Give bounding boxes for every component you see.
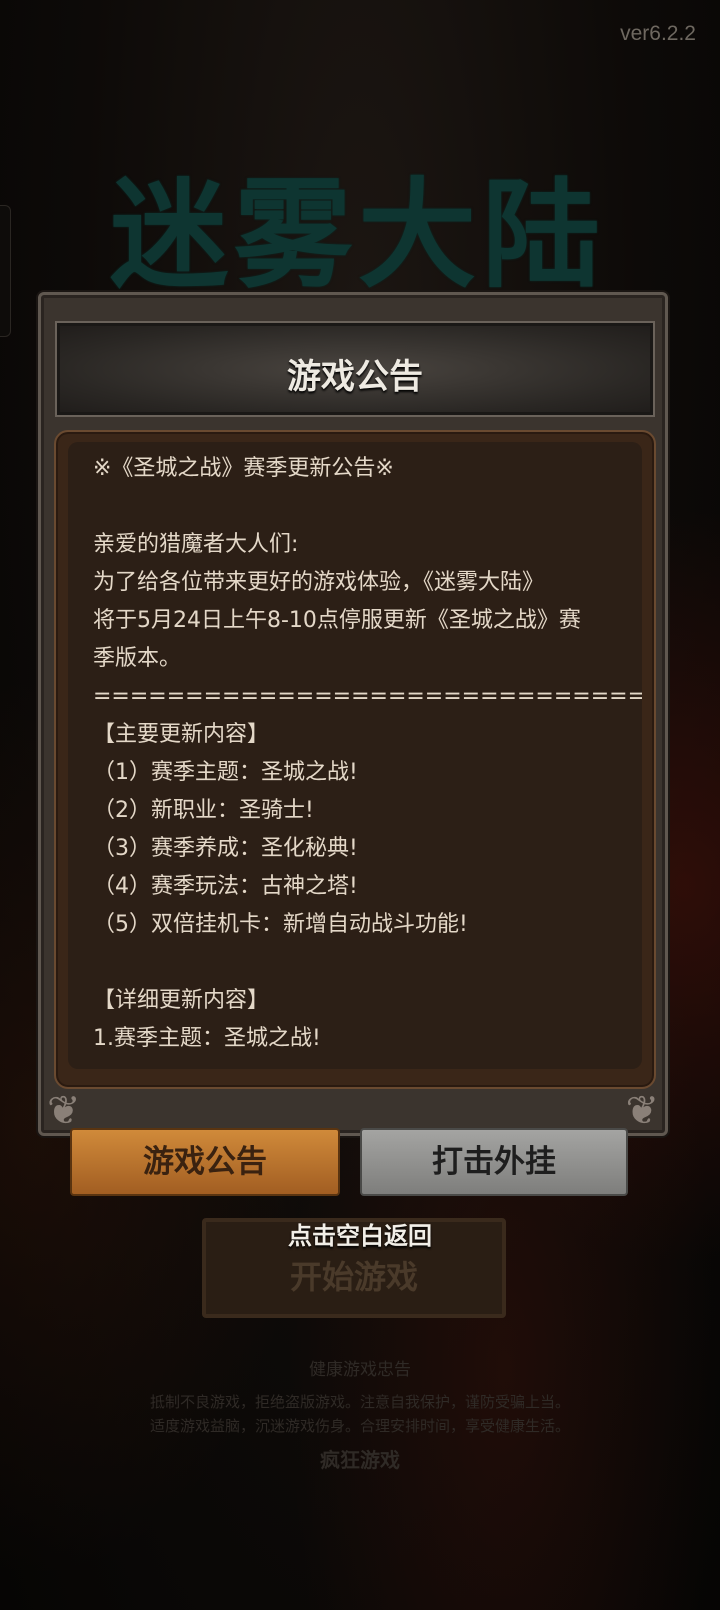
- update-item: （5）双倍挂机卡：新增自动战斗功能!: [93, 912, 468, 937]
- game-logo: 迷雾大陆: [40, 150, 680, 310]
- announcement-dialog: 游戏公告 ※《圣城之战》赛季更新公告※ 亲爱的猎魔者大人们: 为了给各位带来更好…: [38, 292, 668, 1136]
- publisher-logo: 疯狂游戏: [320, 1448, 400, 1472]
- corner-ornament-right-icon: ❦: [625, 1088, 659, 1134]
- version-label: ver6.2.2: [620, 22, 696, 45]
- tap-blank-to-return-hint: 点击空白返回: [288, 1222, 432, 1250]
- announcement-line: 将于5月24日上午8-10点停服更新《圣城之战》赛: [93, 608, 581, 633]
- announcement-line: 为了给各位带来更好的游戏体验，《迷雾大陆》: [93, 570, 545, 595]
- announcement-line: 1.赛季主题：圣城之战!: [93, 1026, 321, 1051]
- update-item: （4）赛季玩法：古神之塔!: [93, 874, 358, 899]
- tab-anti-cheat[interactable]: 打击外挂: [360, 1128, 628, 1196]
- logo-text: 迷雾大陆: [110, 166, 607, 304]
- announcement-text: ※《圣城之战》赛季更新公告※ 亲爱的猎魔者大人们: 为了给各位带来更好的游戏体验…: [68, 442, 642, 1058]
- section-heading: 【主要更新内容】: [93, 722, 270, 747]
- announcement-line: [93, 944, 618, 982]
- update-item: （2）新职业：圣骑士!: [93, 798, 314, 823]
- dialog-header: 游戏公告: [55, 321, 655, 417]
- health-advisory: 健康游戏忠告 抵制不良游戏，拒绝盗版游戏。注意自我保护，谨防受骗上当。 适度游戏…: [0, 1358, 720, 1472]
- corner-ornament-left-icon: ❦: [47, 1088, 81, 1134]
- section-heading: 【详细更新内容】: [93, 988, 270, 1013]
- tab-announcement[interactable]: 游戏公告: [70, 1128, 340, 1196]
- announcement-line: [93, 488, 618, 526]
- announcement-content-frame: ※《圣城之战》赛季更新公告※ 亲爱的猎魔者大人们: 为了给各位带来更好的游戏体验…: [54, 430, 656, 1089]
- update-item: （1）赛季主题：圣城之战!: [93, 760, 358, 785]
- side-edge-tab[interactable]: [0, 205, 11, 337]
- advisory-heading: 健康游戏忠告: [309, 1360, 411, 1380]
- advisory-line: 适度游戏益脑，沉迷游戏伤身。合理安排时间，享受健康生活。: [149, 1417, 570, 1435]
- advisory-line: 抵制不良游戏，拒绝盗版游戏。注意自我保护，谨防受骗上当。: [149, 1393, 570, 1411]
- announcement-scroll-area[interactable]: ※《圣城之战》赛季更新公告※ 亲爱的猎魔者大人们: 为了给各位带来更好的游戏体验…: [68, 442, 642, 1069]
- dialog-title: 游戏公告: [287, 357, 423, 397]
- announcement-line: 季版本。: [93, 646, 182, 671]
- update-item: （3）赛季养成：圣化秘典!: [93, 836, 358, 861]
- start-game-label: 开始游戏: [289, 1258, 418, 1296]
- announcement-line: 亲爱的猎魔者大人们:: [93, 532, 299, 557]
- announcement-divider: ====================================: [93, 684, 642, 709]
- announcement-line: ※《圣城之战》赛季更新公告※: [93, 456, 394, 481]
